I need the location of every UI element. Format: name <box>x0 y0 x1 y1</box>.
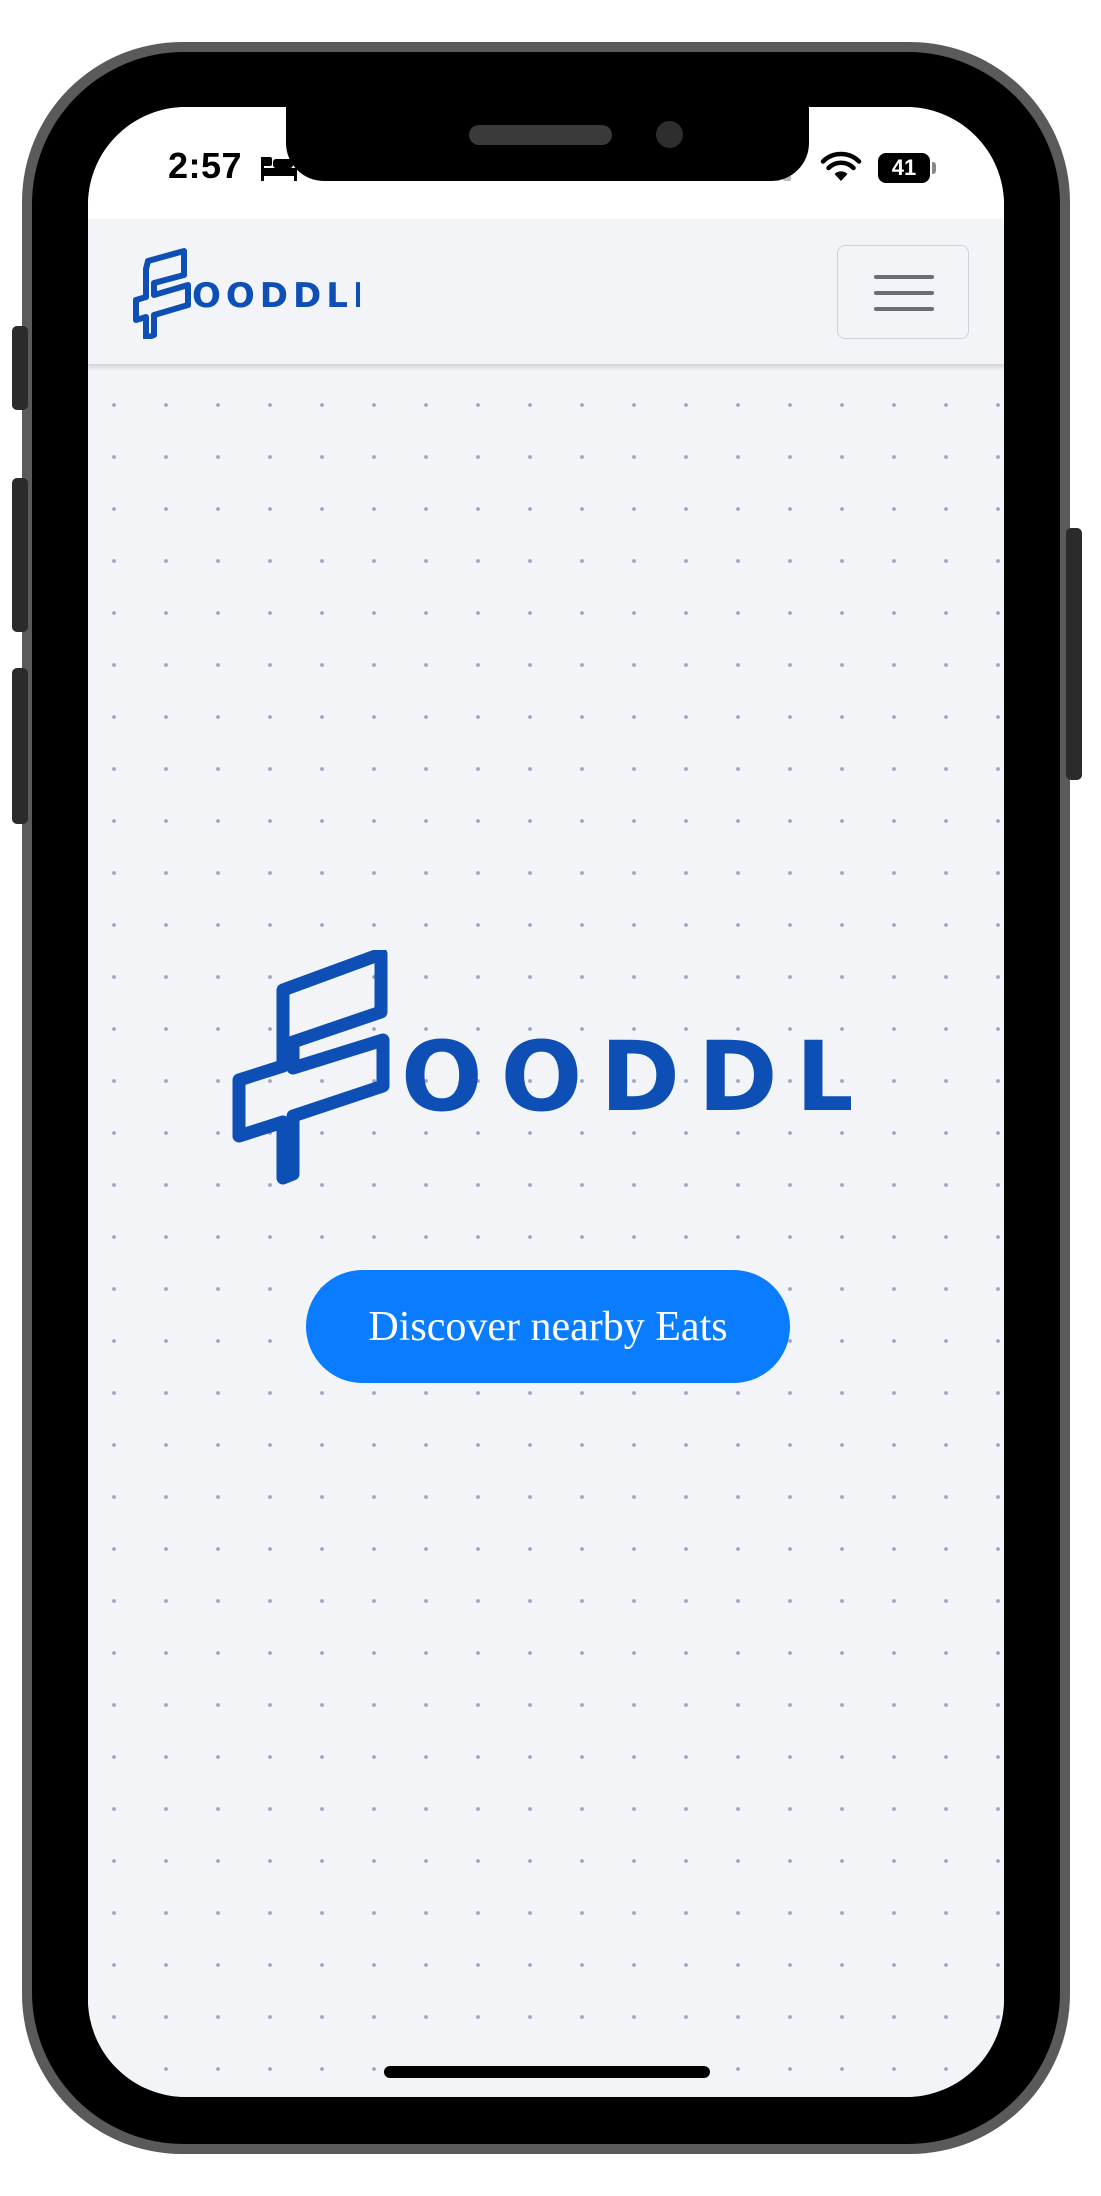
hero-logo: OODDLE <box>232 950 851 1185</box>
side-button-volume-up <box>12 478 28 632</box>
navbar: OODDLE <box>88 219 1004 365</box>
wifi-icon <box>820 151 862 181</box>
status-time: 2:57 <box>168 145 243 186</box>
hamburger-menu-button[interactable] <box>837 245 969 339</box>
side-button-volume-down <box>12 668 28 824</box>
hero-logo-text: OODDLE <box>401 1021 851 1133</box>
navbar-logo[interactable]: OODDLE <box>130 247 360 339</box>
battery-icon: 41 <box>878 153 936 183</box>
phone-screen: 2:57 41 OODDLE <box>88 107 1004 2097</box>
discover-nearby-eats-button[interactable]: Discover nearby Eats <box>306 1270 790 1383</box>
battery-level: 41 <box>878 153 930 183</box>
earpiece-speaker <box>469 125 612 145</box>
side-button-power <box>1066 528 1082 780</box>
side-button-silent <box>12 326 28 410</box>
navbar-logo-text: OODDLE <box>192 276 360 316</box>
home-indicator[interactable] <box>384 2066 710 2078</box>
front-camera <box>656 121 683 148</box>
hamburger-menu-icon <box>874 275 934 279</box>
main-content <box>88 365 1004 2097</box>
